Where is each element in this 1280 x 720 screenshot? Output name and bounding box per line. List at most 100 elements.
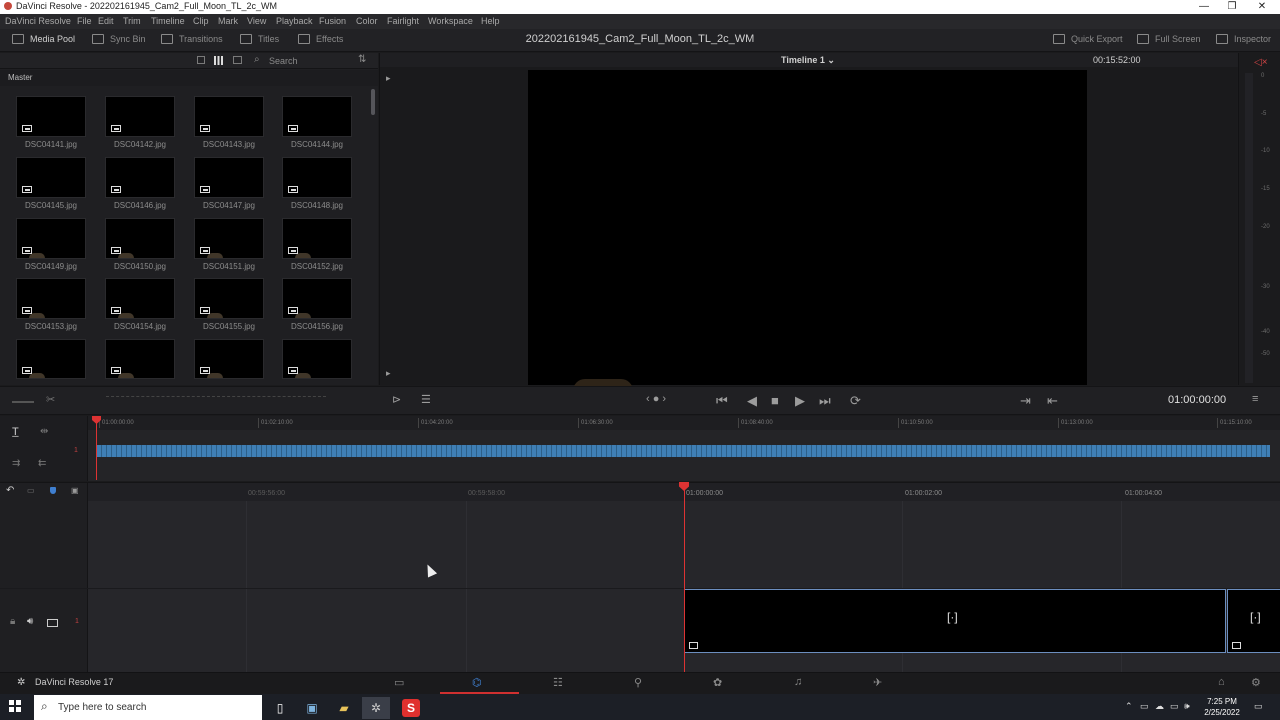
mute-icon[interactable]: ◁× (1254, 57, 1268, 68)
tray-network-icon[interactable]: ▭ (1170, 701, 1179, 712)
video-track-icon[interactable] (47, 619, 58, 627)
effects-button[interactable]: Effects (298, 34, 343, 44)
metadata-view-icon[interactable] (197, 56, 205, 64)
menu-edit[interactable]: Edit (98, 16, 114, 26)
taskbar-clock[interactable]: 7:25 PM 2/25/2022 (1196, 696, 1248, 718)
upper-playhead[interactable] (96, 420, 97, 480)
flag-icon[interactable]: ▣ (71, 486, 79, 495)
sort-icon[interactable]: ⇅ (358, 54, 366, 65)
timeline-options-icon[interactable]: ↶ (6, 485, 14, 496)
playhead-timecode[interactable]: 01:00:00:00 (1168, 394, 1226, 406)
jog-control-icon[interactable]: ‹ ● › (646, 393, 666, 405)
fairlight-page-icon[interactable]: ♫ (794, 676, 802, 688)
clip-thumbnail[interactable] (282, 339, 352, 379)
taskbar-search-box[interactable]: ⌕ Type here to search (34, 695, 262, 720)
viewer-settings-icon[interactable]: ☰ (421, 393, 431, 406)
timeline-selector[interactable]: Timeline 1 ⌄ (781, 55, 835, 66)
clip-thumbnail[interactable] (16, 218, 86, 259)
full-screen-button[interactable]: Full Screen (1137, 34, 1201, 44)
menu-trim[interactable]: Trim (123, 16, 141, 26)
clip-thumbnail[interactable] (282, 278, 352, 319)
clip-thumbnail[interactable] (194, 96, 264, 137)
menu-fairlight[interactable]: Fairlight (387, 16, 419, 26)
davinci-taskbar-icon[interactable]: ✲ (362, 697, 390, 719)
titles-button[interactable]: Titles (240, 34, 279, 44)
clip-thumbnail[interactable] (105, 96, 175, 137)
color-page-icon[interactable]: ✿ (713, 676, 722, 689)
menu-workspace[interactable]: Workspace (428, 16, 473, 26)
file-icon[interactable]: ▯ (266, 697, 294, 719)
minimize-button[interactable]: — (1190, 0, 1218, 14)
cut-page-icon[interactable]: ⌬ (472, 676, 482, 689)
tray-chevron-icon[interactable]: ⌃ (1125, 701, 1133, 712)
clip-thumbnail[interactable] (282, 96, 352, 137)
menu-file[interactable]: File (77, 16, 92, 26)
fusion-page-icon[interactable]: ⚲ (634, 676, 642, 689)
timeline-clip[interactable]: [·] (1227, 589, 1280, 653)
clip-thumbnail[interactable] (16, 339, 86, 379)
expand-left-bottom-icon[interactable]: ▸ (386, 368, 391, 379)
edit-page-icon[interactable]: ☷ (553, 676, 563, 689)
timeline-clip[interactable]: [·] (684, 589, 1226, 653)
clip-thumbnail[interactable] (105, 339, 175, 379)
file-explorer-icon[interactable]: ▰ (330, 697, 358, 719)
marker-icon[interactable] (50, 487, 56, 494)
zoom-out-icon[interactable]: ⇇ (38, 458, 46, 469)
clip-thumbnail[interactable] (194, 339, 264, 379)
menu-color[interactable]: Color (356, 16, 378, 26)
clip-thumbnail[interactable] (105, 278, 175, 319)
speaker-icon[interactable]: 🔊︎ (27, 616, 33, 627)
menu-icon[interactable]: ≡ (1252, 393, 1258, 405)
menu-view[interactable]: View (247, 16, 266, 26)
stop-icon[interactable]: ■ (771, 393, 779, 408)
tray-volume-icon[interactable]: 🕪︎ (1184, 701, 1190, 712)
close-button[interactable]: ✕ (1248, 0, 1276, 14)
loop-icon[interactable]: ⟳ (850, 393, 861, 409)
windows-start-icon[interactable] (9, 700, 21, 712)
media-page-icon[interactable]: ▭ (394, 676, 404, 689)
thumbnail-view-icon[interactable] (214, 56, 223, 65)
upper-ruler[interactable]: 01:00:00:00 01:02:10:00 01:04:20:00 01:0… (88, 416, 1280, 430)
list-view-icon[interactable] (233, 56, 242, 64)
menu-fusion[interactable]: Fusion (319, 16, 346, 26)
sync-bin-button[interactable]: Sync Bin (92, 34, 146, 44)
search-input[interactable]: Search (269, 56, 298, 66)
go-to-start-icon[interactable]: ⏮ (716, 393, 728, 409)
settings-gear-icon[interactable]: ⚙ (1251, 676, 1261, 689)
clip-thumbnail[interactable] (16, 96, 86, 137)
transitions-button[interactable]: Transitions (161, 34, 223, 44)
clip-thumbnail[interactable] (194, 278, 264, 319)
viewer-options-icon[interactable]: ⊳ (392, 393, 401, 406)
search-icon[interactable]: ⌕ (254, 54, 260, 65)
clip-thumbnail[interactable] (194, 157, 264, 198)
clip-thumbnail[interactable] (105, 157, 175, 198)
expand-left-icon[interactable]: ▸ (386, 73, 391, 84)
text-tool-icon[interactable]: T̲ (12, 426, 19, 438)
edit-tools-icon[interactable] (12, 395, 34, 403)
menu-clip[interactable]: Clip (193, 16, 209, 26)
media-pool-button[interactable]: Media Pool (12, 34, 75, 44)
menu-playback[interactable]: Playback (276, 16, 313, 26)
clip-thumbnail[interactable] (16, 278, 86, 319)
clip-thumbnail[interactable] (282, 157, 352, 198)
inspector-button[interactable]: Inspector (1216, 34, 1271, 44)
menu-timeline[interactable]: Timeline (151, 16, 185, 26)
mark-in-icon[interactable]: ⇥ (1020, 393, 1031, 409)
tray-cloud-icon[interactable]: ☁ (1155, 701, 1164, 712)
notifications-icon[interactable]: ▭ (1254, 701, 1263, 712)
clip-thumbnail[interactable] (194, 218, 264, 259)
menu-help[interactable]: Help (481, 16, 500, 26)
snap-icon[interactable]: ⇹ (40, 426, 48, 437)
clip-thumbnail[interactable] (282, 218, 352, 259)
tray-device-icon[interactable]: ▭ (1140, 701, 1149, 712)
home-icon[interactable]: ⌂ (1218, 676, 1225, 688)
mark-out-icon[interactable]: ⇤ (1047, 393, 1058, 409)
lower-playhead[interactable] (684, 490, 685, 672)
clip-thumbnail[interactable] (105, 218, 175, 259)
deliver-page-icon[interactable]: ✈ (873, 676, 882, 689)
clip-thumbnail[interactable] (16, 157, 86, 198)
quick-export-button[interactable]: Quick Export (1053, 34, 1123, 44)
upper-clip-strip[interactable] (97, 445, 1270, 457)
audio-icon[interactable]: ▭ (27, 486, 35, 495)
maximize-button[interactable]: ❐ (1218, 0, 1246, 14)
